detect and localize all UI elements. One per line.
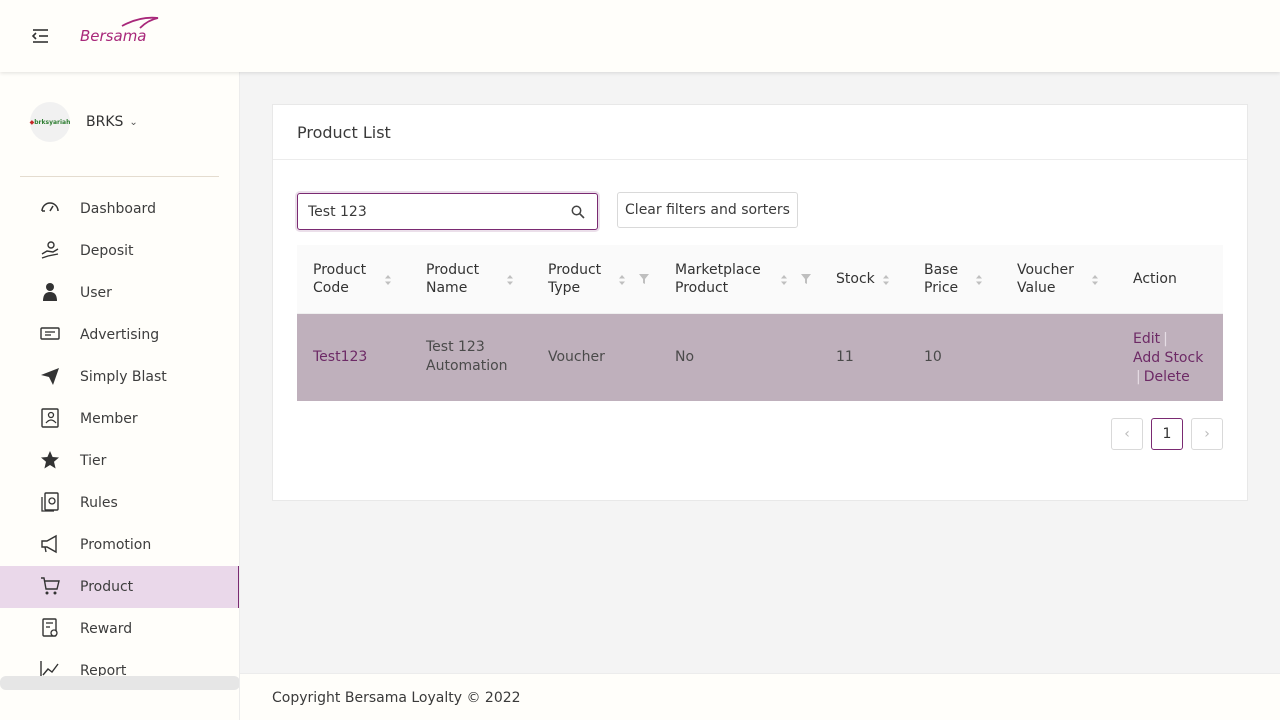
- chevron-down-icon: ⌄: [129, 116, 138, 128]
- card-header: Product List: [273, 105, 1247, 160]
- sort-icon[interactable]: [384, 273, 392, 287]
- cart-icon: [41, 577, 60, 595]
- sidebar-item-member[interactable]: Member: [0, 398, 239, 440]
- sidebar-item-label: Member: [80, 411, 138, 427]
- sidebar-divider: [20, 176, 219, 177]
- column-header-product-code[interactable]: Product Code: [313, 261, 366, 297]
- rules-icon: [41, 492, 59, 512]
- cell-product-code[interactable]: Test123: [313, 348, 367, 367]
- sidebar-item-label: Rules: [80, 495, 118, 511]
- column-header-stock[interactable]: Stock: [836, 270, 875, 288]
- filter-icon[interactable]: [801, 274, 811, 284]
- sidebar-item-reward[interactable]: Reward: [0, 608, 239, 650]
- cell-product-name: Test 123 Automation: [426, 339, 508, 374]
- add-stock-link[interactable]: Add Stock: [1133, 350, 1203, 366]
- sidebar-nav: Dashboard Deposit User Advertising Simpl…: [0, 188, 239, 692]
- sidebar-item-label: Dashboard: [80, 201, 156, 217]
- menu-fold-icon[interactable]: [28, 24, 52, 48]
- sort-icon[interactable]: [780, 273, 788, 287]
- cell-product-type: Voucher: [548, 349, 605, 365]
- sidebar-item-simply-blast[interactable]: Simply Blast: [0, 356, 239, 398]
- top-bar: Bersama: [0, 0, 1280, 72]
- table-row[interactable]: Test123 Test 123 Automation Voucher No 11…: [297, 314, 1223, 401]
- reward-icon: [42, 618, 58, 637]
- sidebar: ◆ brksyariah BRKS ⌄ Dashboard Deposit Use…: [0, 72, 240, 720]
- column-header-product-type[interactable]: Product Type: [548, 261, 601, 297]
- sidebar-item-label: User: [80, 285, 112, 301]
- search-field[interactable]: [297, 193, 598, 230]
- star-icon: [41, 451, 59, 469]
- page-title: Product List: [297, 122, 391, 142]
- sidebar-item-label: Deposit: [80, 243, 134, 259]
- sidebar-item-tier[interactable]: Tier: [0, 440, 239, 482]
- search-icon[interactable]: [571, 205, 585, 219]
- account-switcher[interactable]: ◆ brksyariah BRKS ⌄: [30, 102, 138, 142]
- copyright-text: Copyright Bersama Loyalty © 2022: [272, 690, 521, 706]
- sidebar-item-dashboard[interactable]: Dashboard: [0, 188, 239, 230]
- sidebar-item-label: Reward: [80, 621, 133, 637]
- pagination-prev-button[interactable]: ‹: [1111, 418, 1143, 450]
- cell-base-price: 10: [924, 349, 942, 365]
- bersama-logo[interactable]: Bersama: [78, 16, 162, 45]
- action-separator: |: [1136, 369, 1141, 385]
- sidebar-item-label: Simply Blast: [80, 369, 167, 385]
- delete-link[interactable]: Delete: [1144, 369, 1190, 385]
- product-table: Product Code Product Name Product Type Mark…: [297, 245, 1223, 401]
- cell-stock: 11: [836, 349, 854, 365]
- sidebar-scrollbar[interactable]: [0, 676, 239, 690]
- pagination-next-button[interactable]: ›: [1191, 418, 1223, 450]
- product-list-card: Product List Clear filters and sorters P…: [272, 104, 1248, 501]
- action-separator: |: [1163, 331, 1168, 347]
- table-header: Product Code Product Name Product Type Mark…: [297, 245, 1223, 314]
- sidebar-item-user[interactable]: User: [0, 272, 239, 314]
- megaphone-icon: [41, 534, 57, 554]
- sidebar-item-label: Tier: [80, 453, 107, 469]
- dashboard-icon: [41, 202, 59, 212]
- cell-actions: Edit | Add Stock | Delete: [1133, 330, 1213, 387]
- search-input[interactable]: [308, 202, 558, 222]
- sidebar-item-deposit[interactable]: Deposit: [0, 230, 239, 272]
- clear-filters-button[interactable]: Clear filters and sorters: [617, 192, 798, 228]
- user-icon: [43, 283, 57, 301]
- avatar: ◆ brksyariah: [30, 102, 70, 142]
- sidebar-item-label: Advertising: [80, 327, 160, 343]
- pagination-page-1[interactable]: 1: [1151, 418, 1183, 450]
- column-header-base-price[interactable]: Base Price: [924, 261, 958, 297]
- sidebar-item-promotion[interactable]: Promotion: [0, 524, 239, 566]
- sort-icon[interactable]: [882, 273, 890, 287]
- sidebar-item-product[interactable]: Product: [0, 566, 239, 608]
- filter-icon[interactable]: [639, 274, 649, 284]
- column-header-product-name[interactable]: Product Name: [426, 261, 479, 297]
- sort-icon[interactable]: [975, 273, 983, 287]
- member-card-icon: [41, 408, 59, 428]
- sort-icon[interactable]: [1091, 273, 1099, 287]
- cell-marketplace-product: No: [675, 349, 695, 365]
- edit-link[interactable]: Edit: [1133, 331, 1160, 347]
- sidebar-item-rules[interactable]: Rules: [0, 482, 239, 524]
- deposit-icon: [41, 241, 59, 259]
- sidebar-item-label: Product: [80, 579, 134, 595]
- column-header-marketplace-product[interactable]: Marketplace Product: [675, 261, 761, 297]
- sidebar-item-advertising[interactable]: Advertising: [0, 314, 239, 356]
- sort-icon[interactable]: [618, 273, 626, 287]
- column-header-voucher-value[interactable]: Voucher Value: [1017, 261, 1074, 297]
- account-name: BRKS: [86, 114, 124, 130]
- advertising-icon: [40, 327, 60, 340]
- logo-text: Bersama: [80, 27, 147, 44]
- sidebar-item-label: Promotion: [80, 537, 152, 553]
- column-header-action: Action: [1133, 271, 1177, 287]
- sort-icon[interactable]: [506, 273, 514, 287]
- send-icon: [41, 368, 59, 385]
- footer: Copyright Bersama Loyalty © 2022: [240, 673, 1280, 720]
